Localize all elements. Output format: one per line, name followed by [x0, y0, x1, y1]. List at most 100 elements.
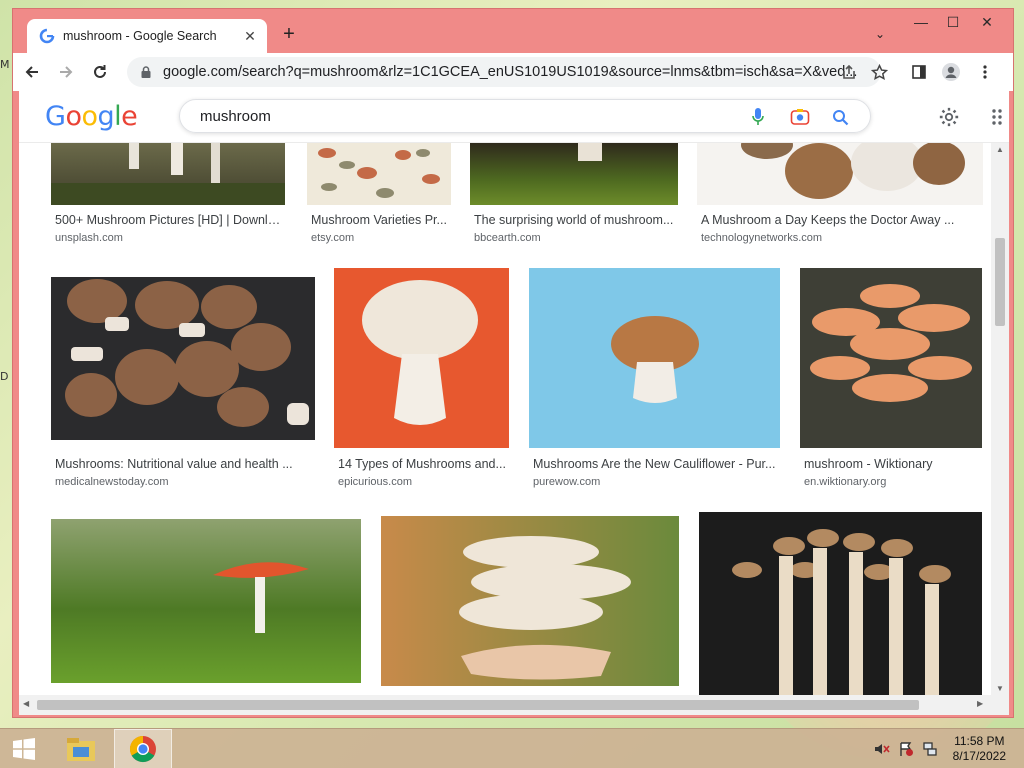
image-result[interactable] — [381, 516, 680, 695]
image-result[interactable]: Mushrooms Are the New Cauliflower - Pur.… — [529, 268, 781, 489]
image-result[interactable] — [699, 512, 983, 695]
chrome-logo-icon — [129, 735, 156, 763]
result-source[interactable]: epicurious.com — [338, 476, 412, 488]
network-icon[interactable] — [922, 741, 938, 757]
bookmark-star-icon[interactable] — [869, 62, 889, 82]
tab-google-search[interactable]: mushroom - Google Search ✕ — [27, 19, 267, 53]
result-image[interactable] — [800, 268, 982, 448]
browser-menu-icon[interactable] — [975, 62, 995, 82]
folder-icon — [67, 738, 95, 761]
result-title[interactable]: mushroom - Wiktionary — [804, 457, 982, 471]
image-result[interactable]: Mushroom Varieties Pr... etsy.com — [307, 143, 451, 247]
chrome-window: mushroom - Google Search ✕ + ⌄ — ☐ ✕ goo… — [12, 8, 1014, 718]
result-title[interactable]: Mushroom Varieties Pr... — [311, 213, 451, 227]
search-box[interactable] — [179, 99, 871, 133]
reload-icon — [94, 65, 106, 78]
image-result[interactable]: mushroom - Wiktionary en.wiktionary.org — [800, 268, 983, 489]
apps-grid-icon[interactable] — [985, 105, 1009, 129]
google-logo-letter: o — [81, 101, 98, 132]
horizontal-scroll-thumb[interactable] — [37, 700, 919, 710]
maximize-button[interactable]: ☐ — [937, 9, 969, 35]
search-icon[interactable] — [830, 107, 850, 127]
result-image[interactable] — [51, 143, 285, 205]
result-title[interactable]: Mushrooms Are the New Cauliflower - Pur.… — [533, 457, 779, 471]
result-title[interactable]: A Mushroom a Day Keeps the Doctor Away .… — [701, 213, 983, 227]
taskbar-chrome[interactable] — [114, 729, 172, 768]
search-input[interactable] — [200, 107, 720, 125]
google-logo-letter: o — [65, 101, 82, 132]
tab-title: mushroom - Google Search — [63, 29, 217, 43]
image-results-grid: 500+ Mushroom Pictures [HD] | Downlo... … — [19, 143, 991, 695]
google-logo[interactable]: Google — [45, 101, 138, 132]
vertical-scrollbar[interactable]: ▲ ▼ — [991, 143, 1009, 695]
result-image[interactable] — [51, 277, 315, 440]
address-bar[interactable]: google.com/search?q=mushroom&rlz=1C1GCEA… — [127, 57, 881, 87]
taskbar-file-explorer[interactable] — [58, 729, 104, 768]
result-title[interactable]: 500+ Mushroom Pictures [HD] | Downlo... — [55, 213, 285, 227]
action-center-flag-icon[interactable] — [898, 741, 914, 757]
windows-logo-icon — [13, 738, 35, 760]
result-image[interactable] — [470, 143, 678, 205]
result-source[interactable]: purewow.com — [533, 476, 600, 488]
desktop-icon-fragment: D — [0, 370, 9, 383]
result-image[interactable] — [51, 519, 361, 683]
image-result[interactable]: Mushrooms: Nutritional value and health … — [51, 277, 315, 489]
arrow-left-icon — [25, 66, 38, 78]
horizontal-scrollbar[interactable]: ◀ ▶ — [19, 695, 1009, 715]
start-button[interactable] — [6, 729, 42, 768]
image-result[interactable]: 14 Types of Mushrooms and... epicurious.… — [334, 268, 510, 489]
image-result[interactable]: The surprising world of mushroom... bbce… — [470, 143, 678, 247]
scroll-up-arrow-icon[interactable]: ▲ — [995, 145, 1005, 154]
minimize-button[interactable]: — — [905, 9, 937, 35]
result-image[interactable] — [699, 512, 982, 695]
scroll-down-arrow-icon[interactable]: ▼ — [995, 684, 1005, 693]
share-icon[interactable] — [839, 62, 859, 82]
side-panel-icon[interactable] — [909, 62, 929, 82]
taskbar: 11:58 PM 8/17/2022 — [0, 728, 1024, 768]
result-source[interactable]: technologynetworks.com — [701, 232, 822, 244]
result-image[interactable] — [529, 268, 780, 448]
desktop-icon-fragment: M — [0, 58, 10, 71]
camera-lens-icon[interactable] — [790, 107, 810, 127]
result-image[interactable] — [307, 143, 451, 205]
image-result[interactable]: 500+ Mushroom Pictures [HD] | Downlo... … — [51, 143, 285, 247]
result-source[interactable]: en.wiktionary.org — [804, 476, 886, 488]
clock-time: 11:58 PM — [954, 734, 1005, 748]
profile-avatar-icon[interactable] — [941, 62, 961, 82]
new-tab-button[interactable]: + — [277, 23, 301, 47]
forward-button[interactable] — [51, 57, 81, 87]
scroll-right-arrow-icon[interactable]: ▶ — [977, 699, 983, 708]
google-logo-letter: G — [45, 101, 66, 132]
google-header: Google — [19, 91, 1009, 143]
web-page: Google mushroom 500+ Mushroom Pictures [… — [19, 91, 1009, 715]
address-url: google.com/search?q=mushroom&rlz=1C1GCEA… — [163, 64, 858, 80]
tab-close-icon[interactable]: ✕ — [241, 28, 259, 45]
image-result[interactable]: A Mushroom a Day Keeps the Doctor Away .… — [697, 143, 983, 247]
close-window-button[interactable]: ✕ — [971, 9, 1003, 35]
result-source[interactable]: bbcearth.com — [474, 232, 541, 244]
google-logo-letter: e — [121, 101, 138, 132]
google-logo-letter: g — [97, 101, 115, 132]
result-title[interactable]: The surprising world of mushroom... — [474, 213, 678, 227]
settings-gear-icon[interactable] — [937, 105, 961, 129]
result-image[interactable] — [381, 516, 679, 686]
back-button[interactable] — [17, 57, 47, 87]
result-source[interactable]: etsy.com — [311, 232, 354, 244]
reload-button[interactable] — [85, 57, 115, 87]
result-source[interactable]: medicalnewstoday.com — [55, 476, 169, 488]
system-clock[interactable]: 11:58 PM 8/17/2022 — [953, 734, 1006, 764]
result-image[interactable] — [697, 143, 983, 205]
image-result[interactable] — [51, 519, 362, 695]
browser-toolbar: google.com/search?q=mushroom&rlz=1C1GCEA… — [13, 53, 1013, 91]
arrow-right-icon — [60, 66, 73, 78]
result-title[interactable]: Mushrooms: Nutritional value and health … — [55, 457, 313, 471]
tab-strip: mushroom - Google Search ✕ + ⌄ — ☐ ✕ — [13, 9, 1013, 53]
result-title[interactable]: 14 Types of Mushrooms and... — [338, 457, 508, 471]
speaker-muted-icon[interactable] — [874, 741, 890, 757]
vertical-scroll-thumb[interactable] — [995, 238, 1005, 326]
tab-search-chevron-icon[interactable]: ⌄ — [875, 27, 885, 41]
scroll-left-arrow-icon[interactable]: ◀ — [23, 699, 29, 708]
microphone-icon[interactable] — [748, 107, 768, 127]
result-image[interactable] — [334, 268, 509, 448]
result-source[interactable]: unsplash.com — [55, 232, 123, 244]
